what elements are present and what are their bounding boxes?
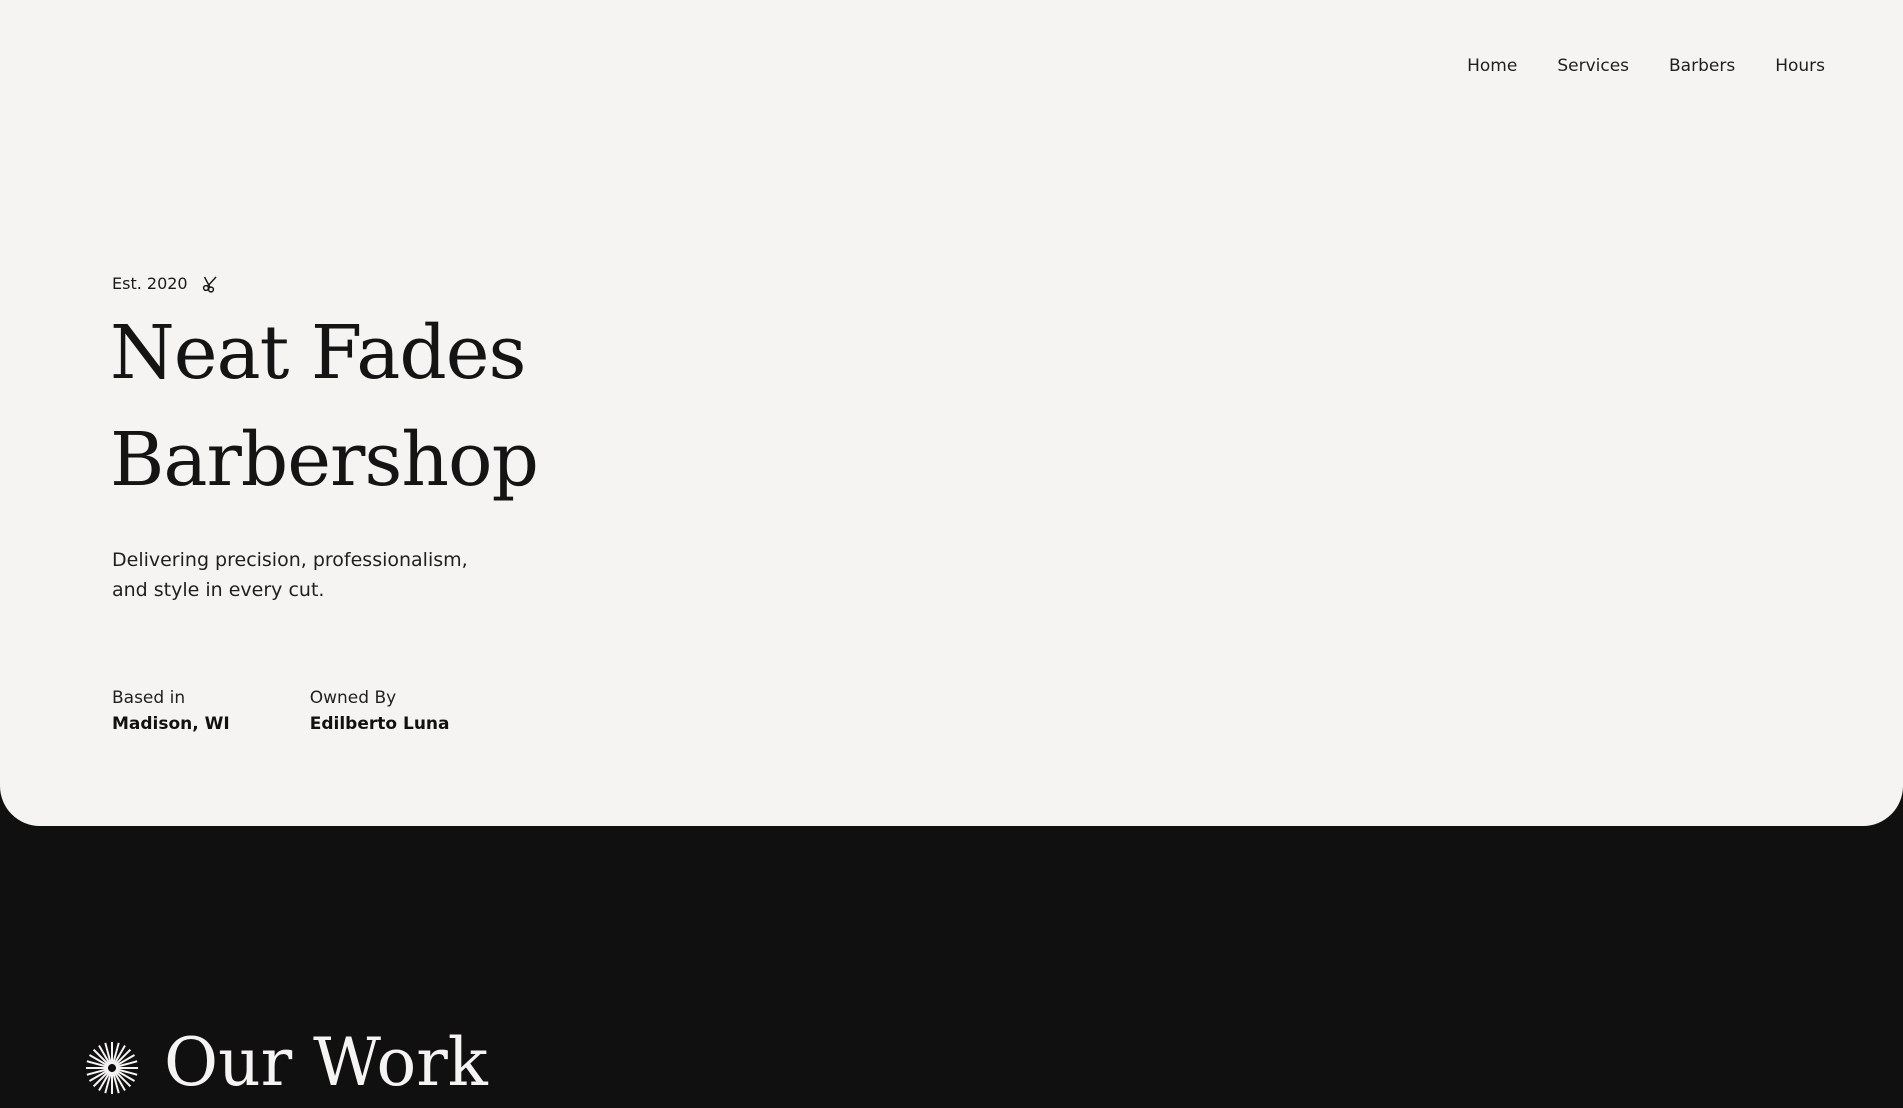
scissors-icon xyxy=(202,275,220,293)
title-line-2: Barbershop xyxy=(110,417,539,503)
our-work-section: Our Work xyxy=(84,1018,488,1108)
nav-barbers-link[interactable]: Barbers xyxy=(1669,56,1735,76)
tagline: Delivering precision, professionalism, a… xyxy=(112,545,532,605)
main-nav: Home Services Barbers Hours xyxy=(1427,56,1825,76)
owner-label: Owned By xyxy=(309,688,397,708)
page-title: Neat Fades Barbershop xyxy=(110,300,539,514)
nav-home-link[interactable]: Home xyxy=(1467,56,1517,76)
tagline-line-2: and style in every cut. xyxy=(112,579,325,601)
location-value: Madison, WI xyxy=(112,714,230,734)
established-text: Est. 2020 xyxy=(112,274,188,293)
nav-services-link[interactable]: Services xyxy=(1557,56,1629,76)
shop-meta: Based in Madison, WI Owned By Edilberto … xyxy=(112,686,530,738)
tagline-line-1: Delivering precision, professionalism, xyxy=(112,549,468,571)
established-label: Est. 2020 xyxy=(112,274,220,293)
hero-section: Home Services Barbers Hours Est. 2020 Ne… xyxy=(0,0,1903,826)
starburst-icon xyxy=(84,1040,140,1096)
our-work-heading: Our Work xyxy=(164,1024,488,1101)
owner-value: Edilberto Luna xyxy=(309,714,450,734)
location-block: Based in Madison, WI xyxy=(112,686,230,738)
location-label: Based in xyxy=(112,688,186,708)
nav-hours-link[interactable]: Hours xyxy=(1775,56,1825,76)
owner-block: Owned By Edilberto Luna xyxy=(310,686,450,738)
title-line-1: Neat Fades xyxy=(110,310,526,396)
